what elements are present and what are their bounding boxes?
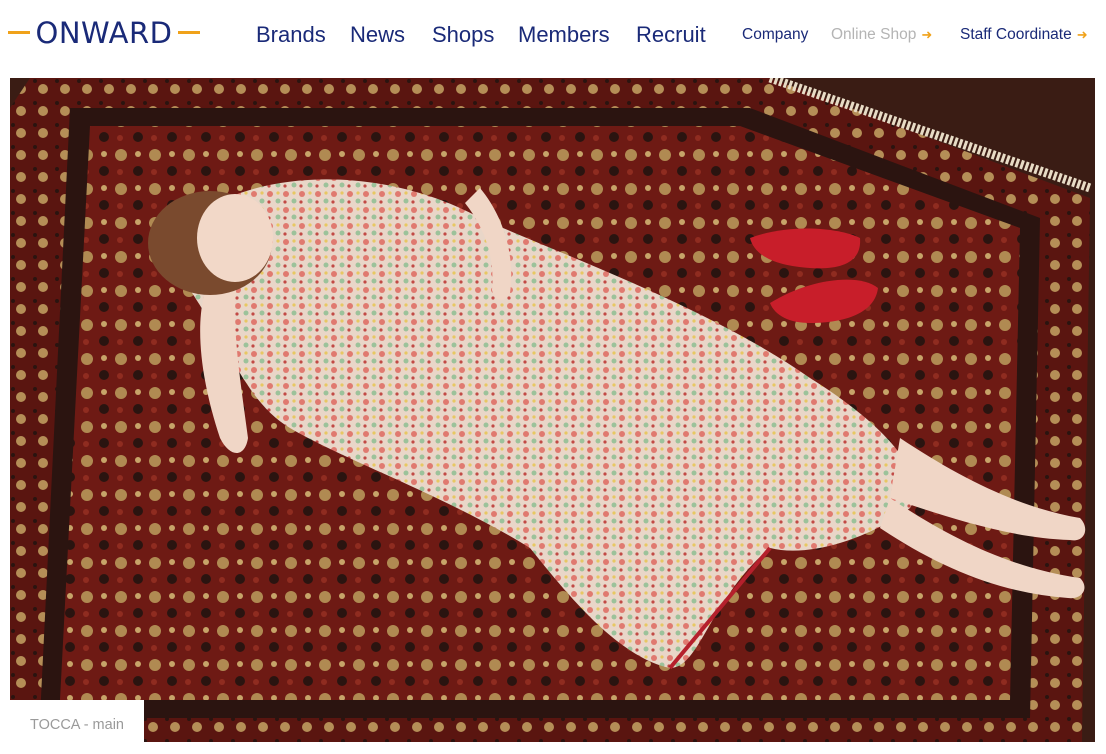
hero-caption: TOCCA - main bbox=[10, 700, 144, 742]
arrow-right-icon: ➜ bbox=[1076, 27, 1088, 42]
nav-recruit[interactable]: Recruit bbox=[636, 20, 706, 50]
nav-members[interactable]: Members bbox=[518, 20, 610, 50]
hero-photo bbox=[10, 78, 1095, 742]
hero-image[interactable] bbox=[10, 78, 1095, 742]
site-header: ONWARD Brands News Shops Members Recruit… bbox=[0, 0, 1106, 78]
staff-coordinate-label: Staff Coordinate bbox=[960, 26, 1072, 43]
logo-bar-right bbox=[178, 31, 200, 34]
nav-shops[interactable]: Shops bbox=[432, 20, 494, 50]
logo-bar-left bbox=[8, 31, 30, 34]
nav-staff-coordinate[interactable]: Staff Coordinate ➜ bbox=[960, 24, 1088, 46]
nav-company[interactable]: Company bbox=[742, 24, 808, 46]
onward-logo[interactable]: ONWARD bbox=[8, 16, 200, 50]
arrow-right-icon: ➜ bbox=[921, 27, 933, 42]
nav-brands[interactable]: Brands bbox=[256, 20, 326, 50]
logo-text: ONWARD bbox=[35, 16, 173, 50]
nav-online-shop[interactable]: Online Shop ➜ bbox=[831, 24, 932, 46]
nav-news[interactable]: News bbox=[350, 20, 405, 50]
online-shop-label: Online Shop bbox=[831, 26, 917, 43]
